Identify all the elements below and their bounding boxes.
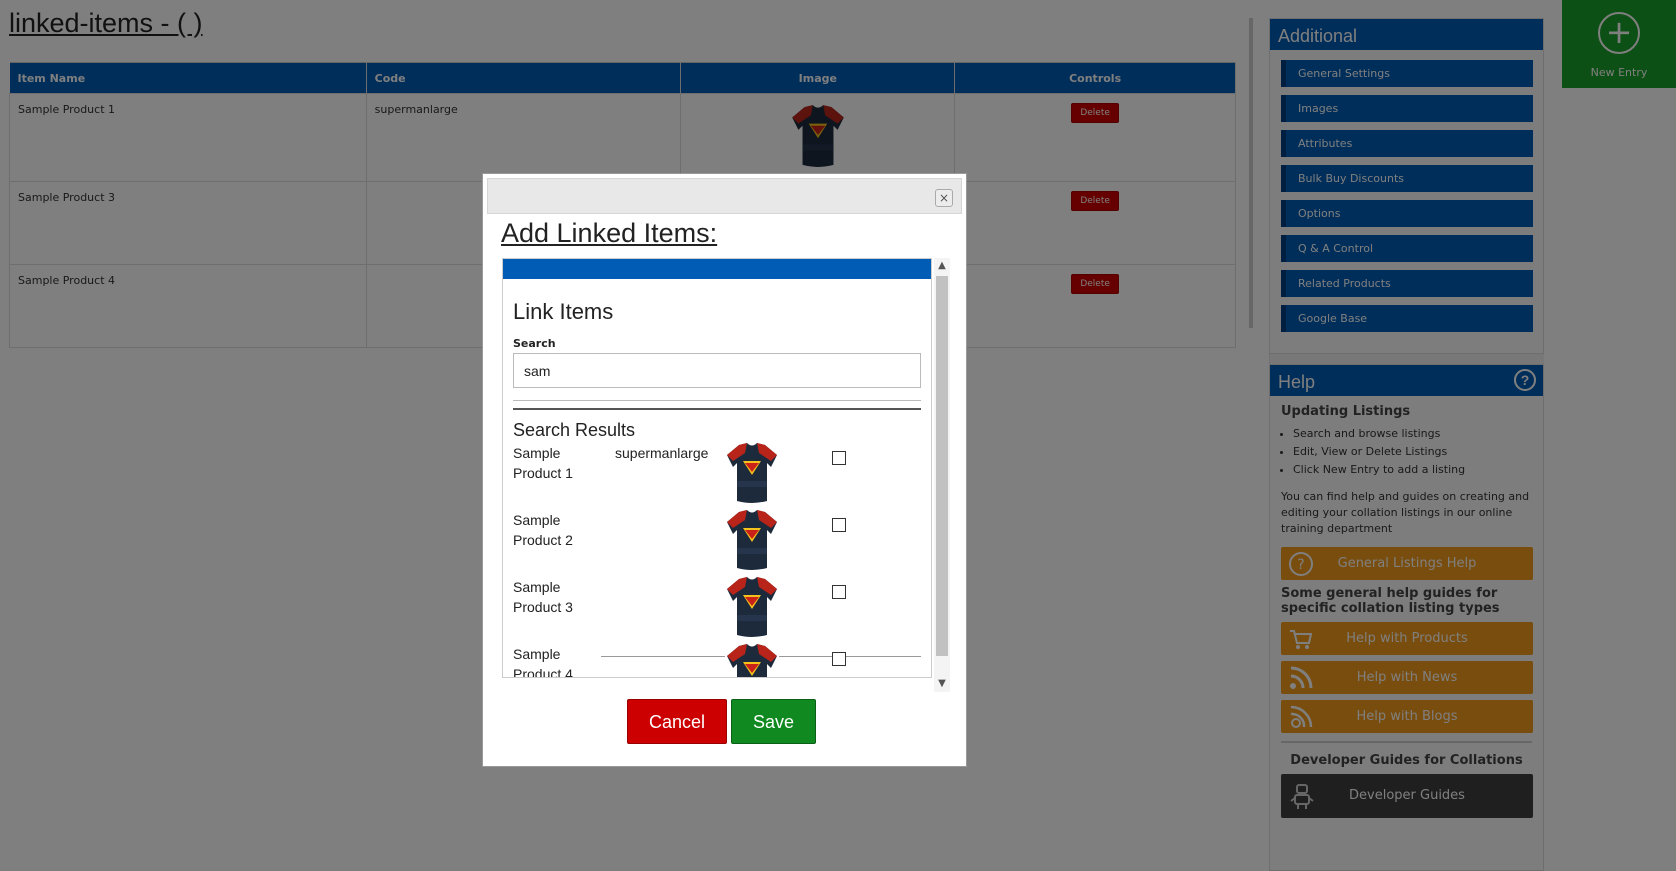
link-items-frame: Link Items Search Search Results Sample … (502, 258, 932, 678)
search-result-row: Sample Product 3 (513, 577, 921, 644)
dialog-titlebar[interactable]: × (487, 178, 962, 214)
link-items-heading: Link Items (513, 299, 614, 324)
scrollbar-thumb[interactable] (936, 276, 948, 656)
scroll-up-icon[interactable]: ▲ (934, 258, 950, 274)
scroll-down-icon[interactable]: ▼ (934, 676, 950, 692)
result-code: supermanlarge (615, 445, 709, 461)
result-name: Sample Product 1 (513, 445, 573, 481)
result-name: Sample Product 3 (513, 579, 573, 615)
search-results-heading: Search Results (513, 420, 636, 440)
result-image (725, 575, 779, 639)
close-icon[interactable]: × (935, 189, 953, 207)
save-button[interactable]: Save (731, 699, 816, 744)
result-checkbox[interactable] (832, 652, 846, 666)
search-result-row: Sample Product 2 (513, 510, 921, 577)
dialog-title: Add Linked Items: (501, 218, 718, 248)
result-image (725, 441, 779, 505)
divider (513, 408, 921, 410)
search-result-row: Sample Product 1 supermanlarge (513, 443, 921, 510)
search-result-row: Sample Product 4 (513, 642, 921, 677)
add-linked-items-dialog: × Add Linked Items: Link Items Search Se… (482, 173, 967, 767)
results-scrollbar[interactable]: ▲ ▼ (934, 258, 950, 692)
divider (513, 400, 921, 401)
result-checkbox[interactable] (832, 585, 846, 599)
search-label: Search (513, 337, 556, 350)
search-input[interactable] (513, 353, 921, 388)
result-checkbox[interactable] (832, 451, 846, 465)
result-image (725, 508, 779, 572)
result-name: Sample Product 2 (513, 512, 573, 548)
result-checkbox[interactable] (832, 518, 846, 532)
result-image (725, 642, 779, 677)
cancel-button[interactable]: Cancel (627, 699, 727, 744)
frame-header-bar (503, 259, 931, 279)
result-name: Sample Product 4 (513, 644, 601, 677)
